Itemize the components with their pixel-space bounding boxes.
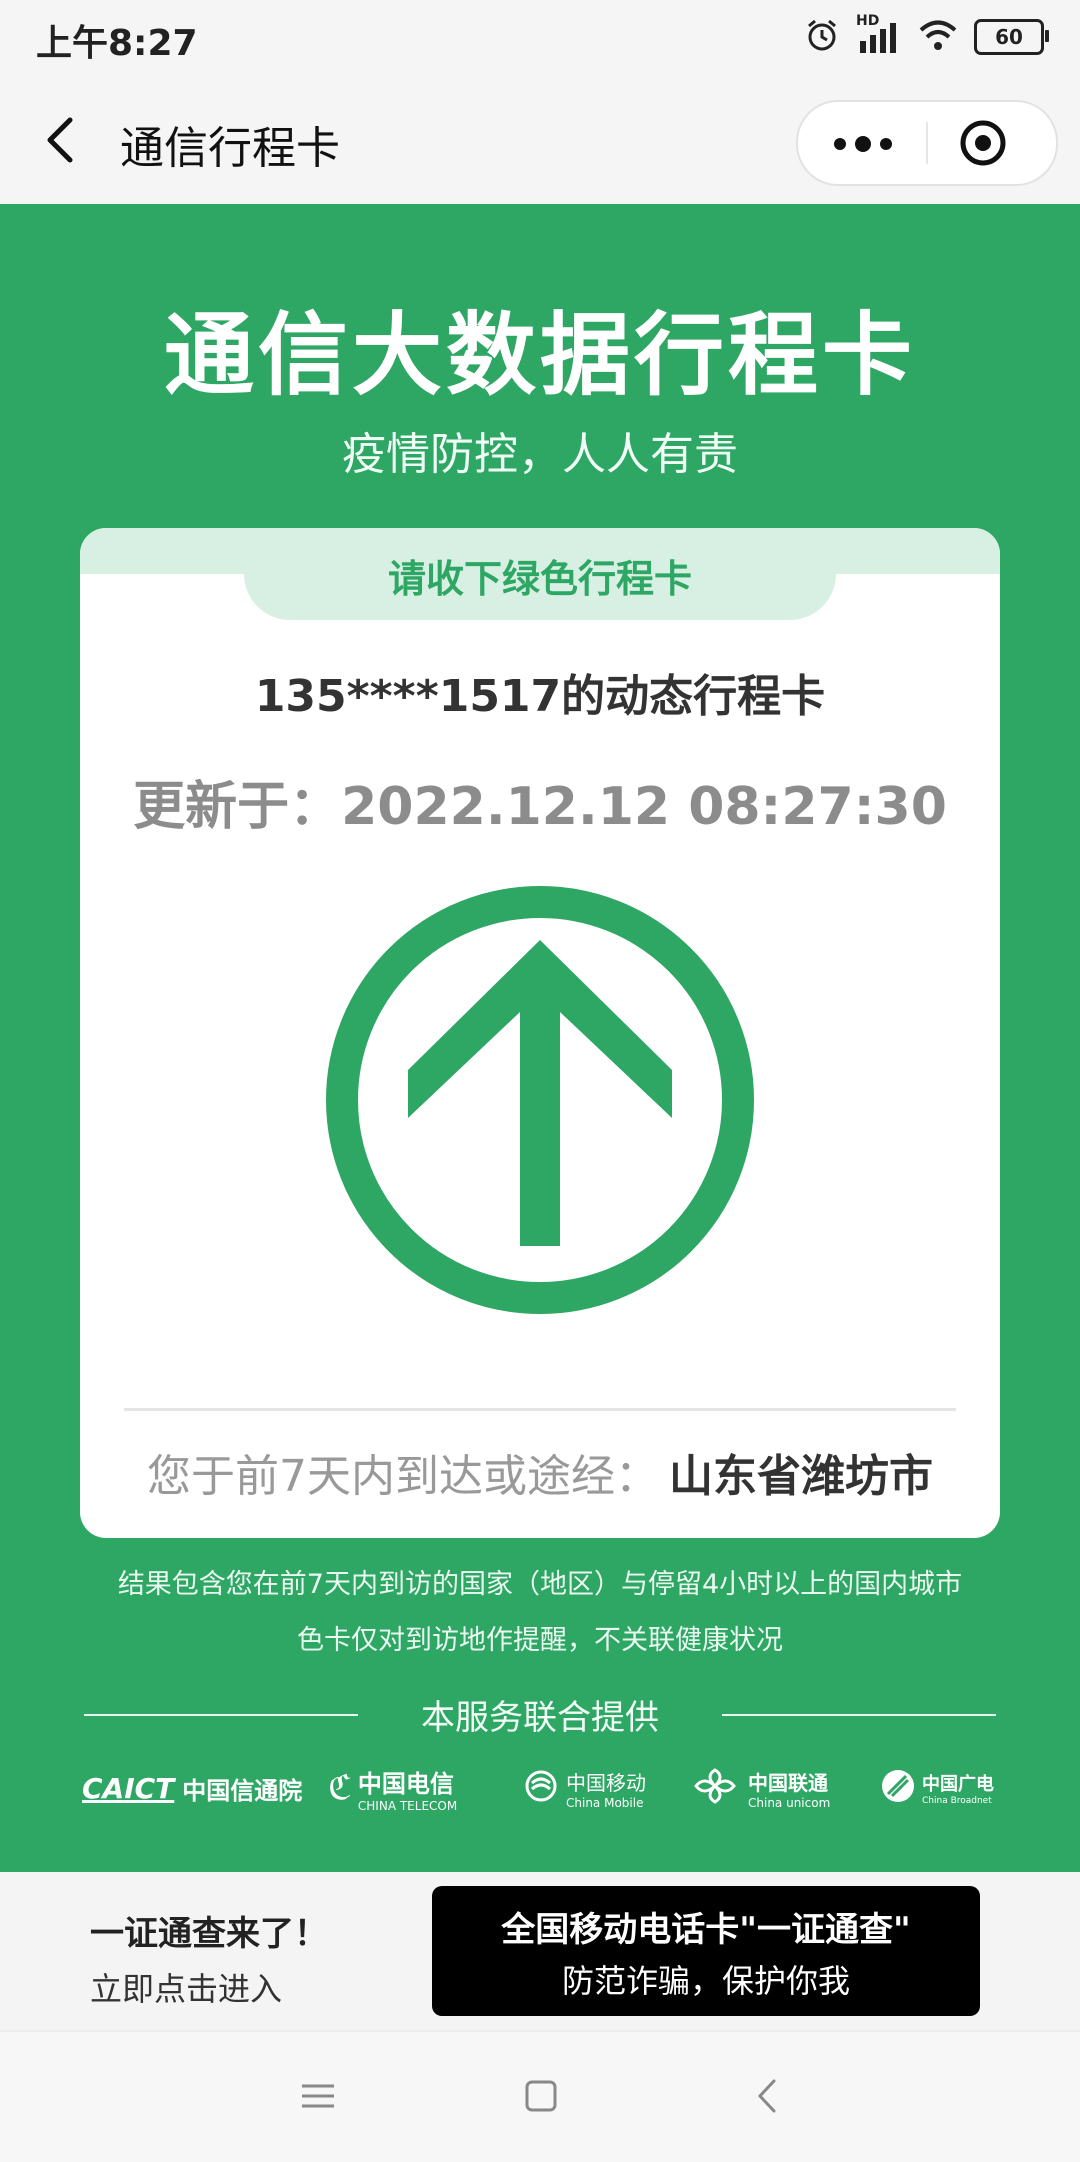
provider-logos: CAICT 中国信通院 ℭ 中国电信 CHINA TELECOM 中国移动 Ch… <box>70 1760 1010 1816</box>
card-visited-line: 您于前7天内到达或途经： 山东省潍坊市 <box>80 1440 1000 1504</box>
back-icon[interactable] <box>38 112 88 168</box>
status-bar: 上午8:27 HD 60 <box>0 0 1080 76</box>
banner-subtitle[interactable]: 立即点击进入 <box>90 1964 282 2010</box>
menu-icon[interactable] <box>300 2078 336 2114</box>
network-type-label: HD <box>856 13 880 29</box>
china-telecom-sub: CHINA TELECOM <box>357 1798 458 1813</box>
card-phone-line: 135****1517的动态行程卡 <box>254 671 826 722</box>
logo-china-mobile: 中国移动 China Mobile <box>524 1760 646 1816</box>
china-broadnet-sub: China Broadnet <box>922 1796 992 1806</box>
promo-banner[interactable]: 一证通查来了！ 立即点击进入 全国移动电话卡"一证通查" 防范诈骗，保护你我 <box>0 1872 1080 2030</box>
more-icon[interactable] <box>828 124 898 164</box>
card-updated-time: 更新于：2022.12.12 08:27:30 <box>133 777 947 837</box>
banner-cta-line1: 全国移动电话卡"一证通查" <box>501 1910 911 1950</box>
china-broadnet-name: 中国广电 <box>922 1774 994 1795</box>
visited-label: 您于前7天内到达或途经： <box>147 1451 659 1502</box>
card-divider <box>124 1408 956 1411</box>
wifi-icon <box>918 18 958 56</box>
logo-caict: CAICT 中国信通院 <box>82 1760 302 1816</box>
battery-level: 60 <box>995 25 1023 49</box>
china-broadnet-icon <box>880 1768 916 1808</box>
system-nav-bar <box>0 2030 1080 2162</box>
capsule-divider <box>926 122 928 164</box>
nav-bar: 通信行程卡 <box>0 76 1080 204</box>
providers-line-right <box>722 1714 996 1716</box>
banner-title: 一证通查来了！ <box>90 1914 328 1954</box>
china-unicom-sub: China unicom <box>748 1795 831 1810</box>
china-telecom-name: 中国电信 <box>357 1769 454 1798</box>
china-telecom-icon: ℭ <box>328 1768 352 1808</box>
alarm-icon <box>804 17 840 57</box>
note-line-2: 色卡仅对到访地作提醒，不关联健康状况 <box>297 1625 783 1656</box>
china-mobile-sub: China Mobile <box>566 1795 644 1810</box>
logo-china-broadnet: 中国广电 China Broadnet <box>880 1760 994 1816</box>
china-unicom-icon <box>690 1766 740 1810</box>
battery-icon: 60 <box>974 19 1049 55</box>
caict-name: 中国信通院 <box>182 1776 303 1805</box>
logo-china-telecom: ℭ 中国电信 CHINA TELECOM <box>328 1760 457 1816</box>
china-mobile-icon <box>524 1769 558 1807</box>
hero-title: 通信大数据行程卡 <box>164 303 916 408</box>
visited-city: 山东省潍坊市 <box>669 1451 933 1502</box>
note-line-1: 结果包含您在前7天内到访的国家（地区）与停留4小时以上的国内城市 <box>117 1569 963 1600</box>
china-mobile-name: 中国移动 <box>566 1770 646 1795</box>
banner-cta-button[interactable]: 全国移动电话卡"一证通查" 防范诈骗，保护你我 <box>432 1886 980 2016</box>
mini-program-capsule <box>796 100 1058 186</box>
providers-header: 本服务联合提供 <box>0 1690 1080 1738</box>
hero-subtitle: 疫情防控，人人有责 <box>342 429 738 480</box>
caict-mark: CAICT <box>82 1771 175 1805</box>
banner-cta-line2: 防范诈骗，保护你我 <box>561 1962 850 2000</box>
card-tab-label: 请收下绿色行程卡 <box>387 557 692 601</box>
status-time: 上午8:27 <box>36 23 198 64</box>
signal-icon: HD <box>856 13 902 55</box>
home-icon[interactable] <box>524 2078 558 2114</box>
itinerary-card: 请收下绿色行程卡 135****1517的动态行程卡 更新于：2022.12.1… <box>80 528 1000 1538</box>
status-icons: HD 60 <box>804 13 1049 60</box>
china-unicom-name: 中国联通 <box>748 1770 828 1795</box>
logo-china-unicom: 中国联通 China unicom <box>690 1760 830 1816</box>
green-up-arrow-icon <box>324 884 756 1316</box>
page-title: 通信行程卡 <box>120 123 340 174</box>
system-back-icon[interactable] <box>752 2078 782 2114</box>
close-mini-program-icon[interactable] <box>958 118 1008 168</box>
